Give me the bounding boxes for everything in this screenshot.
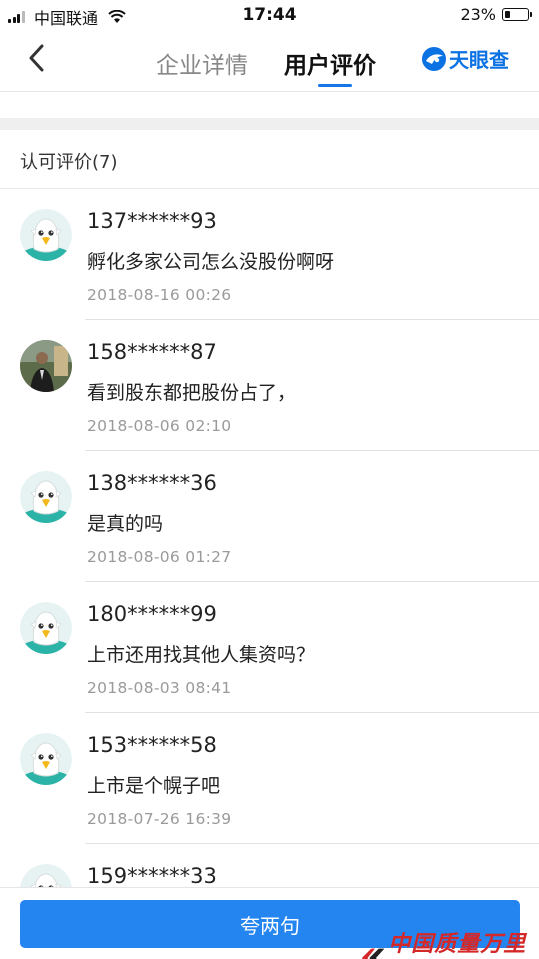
avatar-eagle-icon[interactable]: [20, 602, 72, 654]
avatar-eagle-icon[interactable]: [20, 471, 72, 523]
watermark-text: 中国质量万里行: [388, 931, 527, 957]
review-text: 看到股东都把股份占了，: [87, 382, 297, 404]
status-right: 23%: [460, 5, 532, 24]
review-item[interactable]: 153******58 上市是个幌子吧 2018-07-26 16:39: [0, 713, 539, 844]
clock: 17:44: [242, 5, 297, 25]
avatar-eagle-icon[interactable]: [20, 209, 72, 261]
watermark-logo-icon: [361, 948, 385, 959]
review-username: 153******58: [87, 733, 217, 757]
review-username: 138******36: [87, 471, 217, 495]
battery-percent: 23%: [460, 5, 496, 24]
brand-logo: 天眼查: [421, 44, 509, 73]
review-username: 180******99: [87, 602, 217, 626]
tianyancha-logo-icon: [422, 46, 446, 71]
review-item[interactable]: 158******87 看到股东都把股份占了， 2018-08-06 02:10: [0, 320, 539, 451]
review-username: 159******33: [87, 864, 217, 887]
review-text: 是真的吗: [87, 513, 164, 535]
review-timestamp: 2018-08-16 00:26: [87, 286, 232, 304]
review-list[interactable]: 137******93 孵化多家公司怎么没股份啊呀 2018-08-16 00:26…: [0, 189, 539, 887]
avatar-eagle-icon[interactable]: [20, 733, 72, 785]
review-text: 孵化多家公司怎么没股份啊呀: [87, 251, 335, 273]
section-title: 认可评价(7): [20, 152, 118, 173]
back-button[interactable]: [18, 40, 54, 76]
avatar-photo[interactable]: [20, 340, 72, 392]
review-timestamp: 2018-08-06 01:27: [87, 548, 232, 566]
review-item[interactable]: 180******99 上市还用找其他人集资吗？ 2018-08-03 08:41: [0, 582, 539, 713]
active-tab-indicator: [318, 84, 352, 87]
review-text: 上市是个幌子吧: [87, 775, 221, 797]
section-separator: [0, 118, 539, 130]
review-timestamp: 2018-08-03 08:41: [87, 679, 232, 697]
review-text: 上市还用找其他人集资吗？: [87, 644, 316, 666]
chevron-left-icon: [29, 44, 44, 72]
battery-icon: [502, 8, 532, 21]
review-item[interactable]: 138******36 是真的吗 2018-08-06 01:27: [0, 451, 539, 582]
nav-bar: 企业详情 用户评价 天眼查: [0, 30, 539, 92]
brand-name: 天眼查: [449, 48, 509, 72]
review-username: 137******93: [87, 209, 217, 233]
status-bar: 中国联通 17:44 23%: [0, 0, 539, 30]
tab-company-details[interactable]: 企业详情: [156, 46, 248, 80]
watermark: 中国质量万里行: [360, 926, 539, 959]
avatar-eagle-icon[interactable]: [20, 864, 72, 887]
review-item[interactable]: 137******93 孵化多家公司怎么没股份啊呀 2018-08-16 00:26: [0, 189, 539, 320]
tab-user-reviews[interactable]: 用户评价: [284, 46, 376, 80]
review-timestamp: 2018-08-06 02:10: [87, 417, 232, 435]
review-username: 158******87: [87, 340, 217, 364]
review-timestamp: 2018-07-26 16:39: [87, 810, 232, 828]
review-item[interactable]: 159******33: [0, 844, 539, 887]
